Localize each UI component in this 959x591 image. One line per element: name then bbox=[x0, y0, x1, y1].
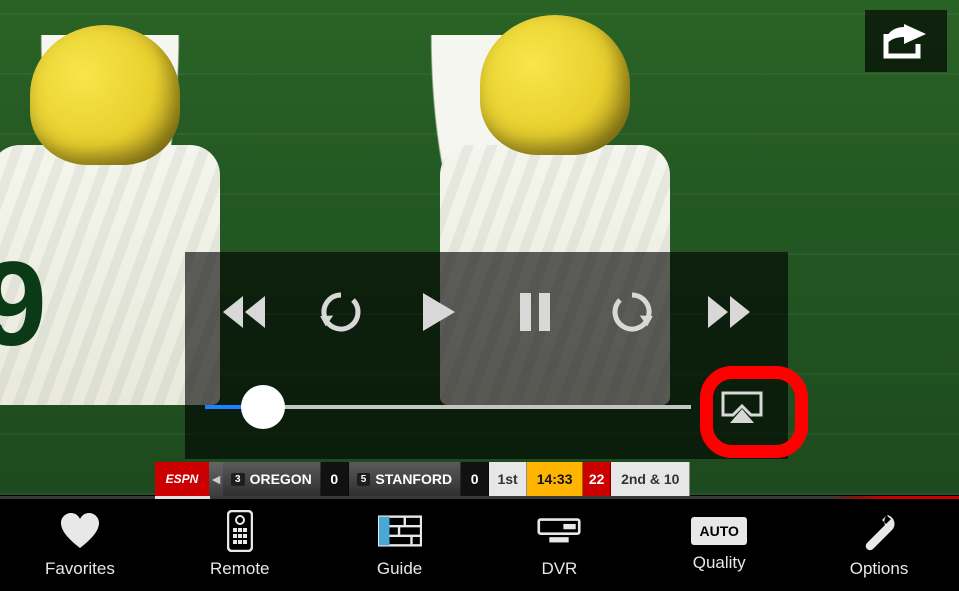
bottom-nav: Favorites Remote Guide bbox=[0, 499, 959, 591]
nav-label: DVR bbox=[541, 559, 577, 579]
skip-back-button[interactable] bbox=[306, 277, 376, 347]
playback-controls-panel bbox=[185, 252, 788, 459]
jersey-number: 9 bbox=[0, 235, 47, 373]
nav-label: Favorites bbox=[45, 559, 115, 579]
pause-button[interactable] bbox=[500, 277, 570, 347]
nav-quality[interactable]: AUTO Quality bbox=[644, 517, 794, 573]
nav-label: Remote bbox=[210, 559, 270, 579]
team1-cell: 3 OREGON bbox=[223, 462, 321, 496]
rewind-icon bbox=[219, 292, 269, 332]
guide-icon bbox=[378, 511, 422, 551]
nav-options[interactable]: Options bbox=[804, 511, 954, 579]
rewind-button[interactable] bbox=[209, 277, 279, 347]
nav-label: Guide bbox=[377, 559, 422, 579]
fast-forward-button[interactable] bbox=[694, 277, 764, 347]
skip-forward-button[interactable] bbox=[597, 277, 667, 347]
nav-remote[interactable]: Remote bbox=[165, 511, 315, 579]
nav-label: Quality bbox=[693, 553, 746, 573]
skip-back-icon bbox=[318, 289, 364, 335]
heart-icon bbox=[58, 511, 102, 551]
play-icon bbox=[417, 289, 459, 335]
team2-name: STANFORD bbox=[375, 471, 452, 487]
share-icon bbox=[880, 20, 932, 62]
score-ticker: ESPN ◄ 3 OREGON 0 5 STANFORD 0 1st 14:33… bbox=[155, 462, 835, 496]
airplay-button[interactable] bbox=[716, 387, 768, 427]
quality-badge-text: AUTO bbox=[700, 523, 739, 539]
dvr-icon bbox=[537, 511, 581, 551]
seek-thumb[interactable] bbox=[241, 385, 285, 429]
wrench-icon bbox=[857, 511, 901, 551]
skip-forward-icon bbox=[609, 289, 655, 335]
seek-slider[interactable] bbox=[205, 405, 691, 409]
team2-score: 0 bbox=[461, 462, 489, 496]
network-badge: ESPN bbox=[155, 462, 209, 496]
fast-forward-icon bbox=[704, 292, 754, 332]
game-clock: 14:33 bbox=[527, 462, 583, 496]
play-clock: 22 bbox=[583, 462, 611, 496]
quarter: 1st bbox=[489, 462, 527, 496]
team2-cell: 5 STANFORD bbox=[349, 462, 461, 496]
play-button[interactable] bbox=[403, 277, 473, 347]
nav-label: Options bbox=[850, 559, 909, 579]
nav-guide[interactable]: Guide bbox=[325, 511, 475, 579]
airplay-icon bbox=[719, 389, 765, 425]
quality-icon: AUTO bbox=[691, 517, 747, 545]
share-button[interactable] bbox=[865, 10, 947, 72]
team1-score: 0 bbox=[321, 462, 349, 496]
nav-dvr[interactable]: DVR bbox=[484, 511, 634, 579]
nav-favorites[interactable]: Favorites bbox=[5, 511, 155, 579]
remote-icon bbox=[218, 511, 262, 551]
down-distance: 2nd & 10 bbox=[611, 462, 690, 496]
team1-name: OREGON bbox=[250, 471, 312, 487]
team1-rank: 3 bbox=[231, 473, 245, 486]
team2-rank: 5 bbox=[357, 473, 371, 486]
pause-icon bbox=[516, 289, 554, 335]
chevron-left-icon: ◄ bbox=[209, 462, 223, 496]
